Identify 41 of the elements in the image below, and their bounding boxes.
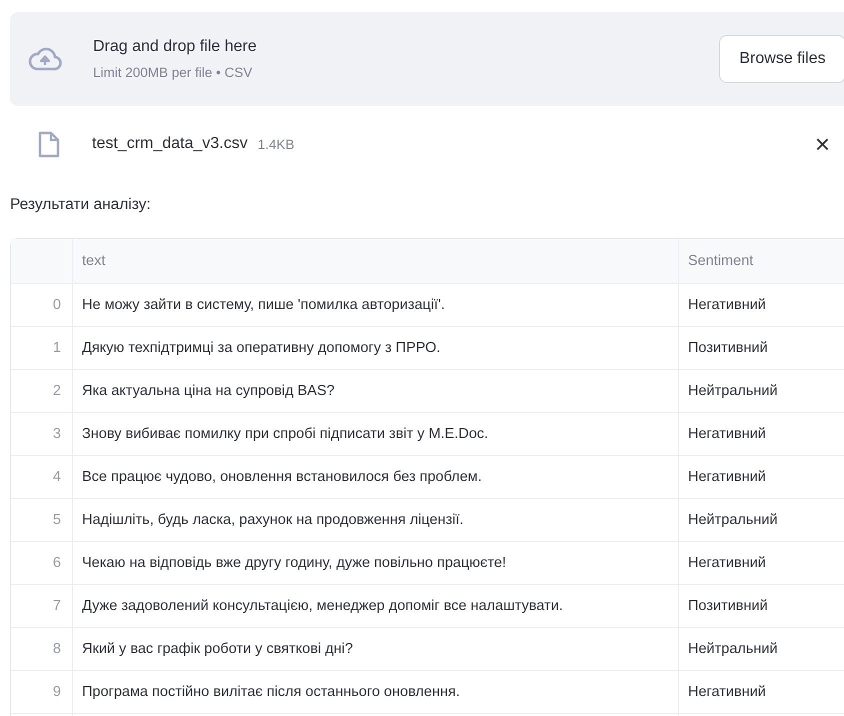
upload-dropzone[interactable]: Drag and drop file here Limit 200MB per file • CSV Browse files [10,12,844,106]
row-index: 6 [11,542,73,584]
row-index: 4 [11,456,73,498]
table-cell-text: Нейтральний [687,382,779,401]
table-cell-text: Нейтральний [687,511,779,530]
table-cell: Програма постійно вилітає після останнього оновлення. [73,671,679,713]
table-cell-text: Позитивний [687,597,769,616]
table-cell-text: Позитивний [687,339,769,358]
table-cell: Надішліть, будь ласка, рахунок на продовження ліцензії. [73,499,679,541]
row-index: 1 [11,327,73,369]
dropzone-title: Drag and drop file here [93,38,258,56]
table-cell-text: Негативний [687,554,767,573]
table-cell-text: Негативний [687,296,767,315]
row-index: 8 [11,628,73,670]
file-icon [38,130,60,158]
browse-files-button[interactable]: Browse files [719,35,844,83]
table-cell: Який у вас графік роботи у святкові дні? [73,628,679,670]
table-cell: Яка актуальна ціна на супровід BAS? [73,370,679,412]
row-index: 9 [11,671,73,713]
row-index: 2 [11,370,73,412]
table-cell: Все працює чудово, оновлення встановилося без проблем. [73,456,679,498]
table-cell-text: Негативний [687,683,767,702]
table-cell: Знову вибиває помилку при спробі підписати звіт у M.E.Doc. [73,413,679,455]
table-cell-text: Нейтральний [687,640,779,659]
cloud-upload-icon [28,46,62,72]
table-cell-text: Негативний [687,468,767,487]
row-index: 0 [11,284,73,326]
row-index: 3 [11,413,73,455]
row-index: 7 [11,585,73,627]
table-cell: Дуже задоволений консультацією, менеджер допоміг все налаштувати. [73,585,679,627]
table-cell-text: Негативний [687,425,767,444]
table-cell: Чекаю на відповідь вже другу годину, дуже повільно працюєте! [73,542,679,584]
row-index: 5 [11,499,73,541]
column-header[interactable]: text [73,239,679,283]
column-header[interactable]: Sentiment [679,239,844,283]
table-cell: Не можу зайти в систему, пише 'помилка авторизації'. [73,284,679,326]
table-cell: Дякую техпідтримці за оперативну допомогу з ПРРО. [73,327,679,369]
results-heading: Результати аналізу: [10,196,152,215]
file-size: 1.4KB [258,136,294,152]
file-limit-hint: Limit 200MB per file • CSV [93,65,254,80]
file-name: test_crm_data_v3.csv [92,135,248,153]
